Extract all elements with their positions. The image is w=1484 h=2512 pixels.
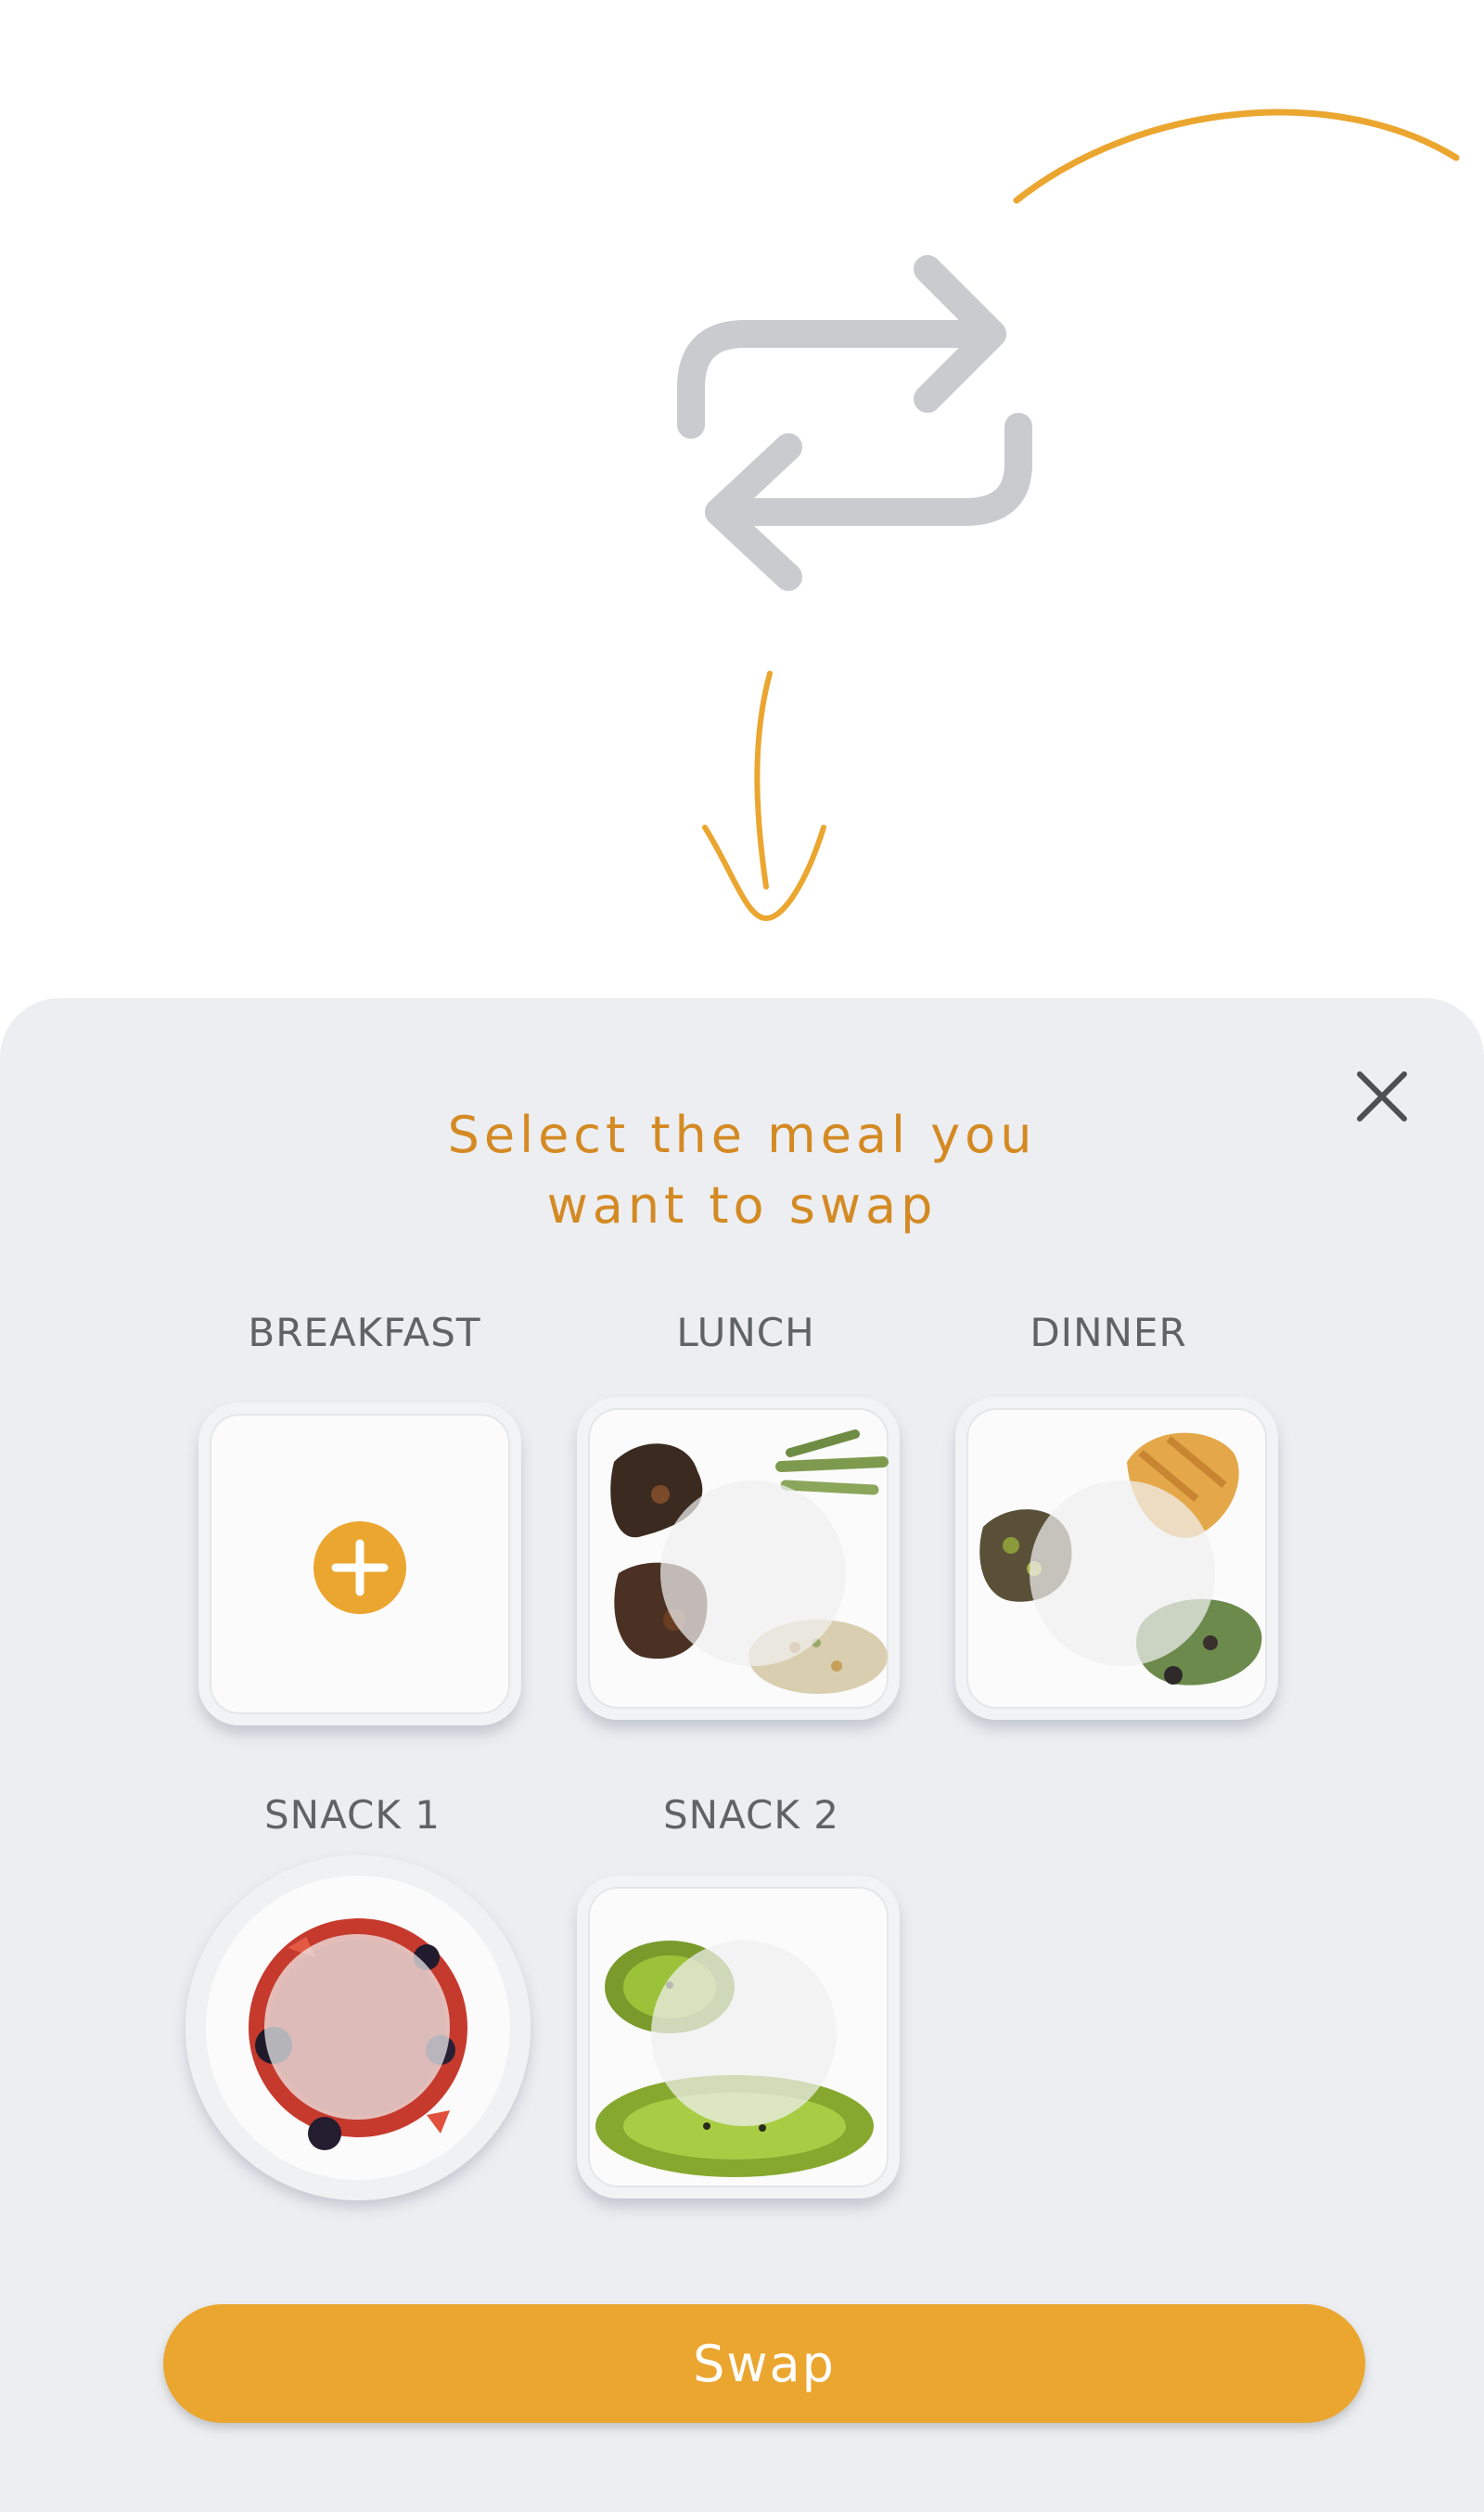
plus-circle-icon[interactable] [198,1403,521,1725]
title-line-1: Select the meal you [447,1106,1037,1164]
selection-overlay [1030,1480,1215,1666]
meal-plate-snack-2[interactable] [577,1876,900,2198]
meal-label-breakfast: BREAKFAST [248,1310,481,1355]
close-button[interactable] [1345,1059,1419,1134]
swap-arrows-icon [677,255,1032,591]
title-line-2: want to swap [546,1176,938,1235]
meal-plate-dinner[interactable] [955,1397,1278,1720]
meal-label-snack-1: SNACK 1 [263,1792,441,1838]
meal-plate-breakfast[interactable] [198,1403,521,1725]
decorative-curve [1013,109,1460,204]
swap-button[interactable]: Swap [163,2304,1365,2423]
meal-label-lunch: LUNCH [676,1310,815,1355]
meal-plate-lunch[interactable] [577,1397,900,1720]
sheet-title: Select the meal you want to swap [278,1100,1206,1241]
down-arrow-curve [754,671,773,890]
selection-overlay [651,1941,837,2126]
selection-overlay [660,1480,846,1666]
meal-plate-snack-1[interactable] [186,1855,531,2200]
selection-overlay [264,1934,450,2120]
meal-label-snack-2: SNACK 2 [662,1792,839,1838]
meal-label-dinner: DINNER [1030,1310,1187,1355]
close-icon [1357,1071,1407,1121]
swap-illustration [677,109,1460,922]
